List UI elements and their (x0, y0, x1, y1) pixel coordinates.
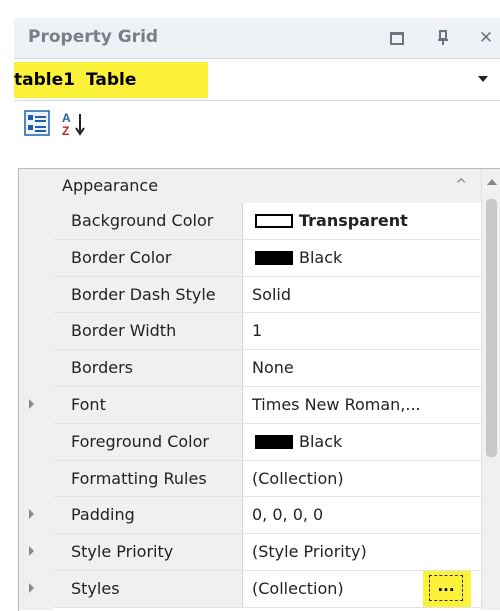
property-rows: Background Color Transparent Border Colo… (29, 203, 481, 608)
property-value: (Style Priority) (252, 542, 367, 562)
category-appearance[interactable]: Appearance ^ (53, 169, 481, 203)
category-label: Appearance (62, 176, 159, 195)
panel-title: Property Grid (28, 27, 159, 47)
property-grid-toolbar: A Z (14, 102, 500, 148)
property-row[interactable]: Style Priority (Style Priority) (29, 534, 481, 571)
color-swatch (255, 434, 293, 449)
property-row[interactable]: Formatting Rules (Collection) (53, 460, 481, 498)
property-name-cell[interactable]: Padding (29, 497, 243, 534)
pin-icon[interactable] (431, 26, 455, 50)
property-value-cell[interactable]: 0, 0, 0, 0 (243, 497, 481, 534)
property-value-cell[interactable]: Solid (243, 276, 481, 313)
property-name-cell[interactable]: Styles (29, 570, 243, 607)
svg-text:Z: Z (62, 124, 69, 138)
property-name-cell[interactable]: Border Color (53, 239, 243, 276)
categorized-view-icon[interactable] (24, 110, 54, 138)
expand-arrow-icon[interactable] (29, 582, 34, 593)
property-name: Border Width (71, 321, 177, 341)
property-value: 1 (252, 321, 263, 341)
property-value-cell[interactable]: Transparent (243, 203, 481, 239)
property-value-cell[interactable]: (Collection) ... (243, 570, 481, 607)
chevron-up-icon[interactable]: ^ (455, 177, 467, 193)
property-name: Borders (71, 358, 133, 378)
property-value-cell[interactable]: Black (243, 423, 481, 460)
sort-alphabetical-icon[interactable]: A Z (60, 110, 90, 138)
vertical-scrollbar[interactable] (481, 169, 500, 610)
property-name-cell[interactable]: Border Width (53, 313, 243, 350)
property-row[interactable]: Background Color Transparent (53, 203, 481, 240)
property-row[interactable]: Foreground Color Black (53, 423, 481, 461)
property-name: Border Dash Style (71, 284, 216, 304)
property-name: Border Color (71, 247, 172, 267)
property-grid-panel: Property Grid ✕ table1 Table A Z Appeara… (0, 0, 500, 611)
property-row[interactable]: Font Times New Roman,... (29, 386, 481, 424)
color-swatch (255, 250, 293, 265)
title-bar: Property Grid ✕ (14, 18, 500, 59)
property-name: Formatting Rules (71, 468, 207, 488)
property-value: (Collection) (252, 468, 344, 488)
expand-arrow-icon[interactable] (29, 509, 34, 520)
property-name: Style Priority (71, 542, 174, 562)
object-selector[interactable]: table1 Table (14, 60, 500, 101)
color-swatch (255, 214, 293, 228)
property-row[interactable]: Border Dash Style Solid (53, 276, 481, 314)
property-name: Styles (71, 578, 120, 598)
property-value: None (252, 358, 294, 378)
property-row[interactable]: Borders None (53, 350, 481, 387)
property-value-cell[interactable]: Black (243, 239, 481, 276)
ellipsis-button[interactable]: ... (429, 574, 463, 601)
object-type: Table (86, 70, 137, 90)
property-name: Background Color (71, 211, 214, 230)
property-name-cell[interactable]: Borders (53, 350, 243, 386)
property-value: Solid (252, 284, 291, 304)
property-name: Padding (71, 505, 135, 525)
property-name-cell[interactable]: Foreground Color (53, 423, 243, 460)
expand-arrow-icon[interactable] (29, 546, 34, 557)
property-value: Times New Roman,... (252, 394, 421, 414)
property-grid: Appearance ^ Background Color Transparen… (18, 168, 500, 611)
scrollbar-thumb[interactable] (486, 199, 497, 457)
property-name: Foreground Color (71, 431, 209, 451)
property-value: Black (299, 431, 343, 451)
chevron-down-icon[interactable] (478, 76, 488, 82)
svg-text:A: A (62, 111, 71, 125)
expand-arrow-icon[interactable] (29, 398, 34, 409)
scroll-up-icon[interactable] (487, 179, 497, 185)
property-value-cell[interactable]: (Collection) (243, 460, 481, 497)
property-value: Transparent (299, 211, 408, 230)
property-value-cell[interactable]: 1 (243, 313, 481, 350)
property-value: (Collection) (252, 578, 344, 598)
property-row[interactable]: Border Width 1 (53, 313, 481, 351)
maximize-icon[interactable] (385, 26, 409, 50)
property-name-cell[interactable]: Formatting Rules (53, 460, 243, 497)
property-name-cell[interactable]: Background Color (53, 203, 243, 239)
grid-gutter (19, 169, 53, 610)
property-name-cell[interactable]: Font (29, 386, 243, 423)
property-value-cell[interactable]: (Style Priority) (243, 534, 481, 570)
property-row[interactable]: Padding 0, 0, 0, 0 (29, 497, 481, 535)
property-value-cell[interactable]: None (243, 350, 481, 386)
property-name: Font (71, 394, 106, 414)
object-name: table1 (14, 70, 75, 90)
close-icon[interactable]: ✕ (474, 26, 498, 50)
property-name-cell[interactable]: Border Dash Style (53, 276, 243, 313)
property-row[interactable]: Border Color Black (53, 239, 481, 277)
property-row[interactable]: Styles (Collection) ... (29, 570, 481, 608)
property-name-cell[interactable]: Style Priority (29, 534, 243, 570)
property-value: 0, 0, 0, 0 (252, 505, 324, 525)
property-value-cell[interactable]: Times New Roman,... (243, 386, 481, 423)
property-value: Black (299, 247, 343, 267)
